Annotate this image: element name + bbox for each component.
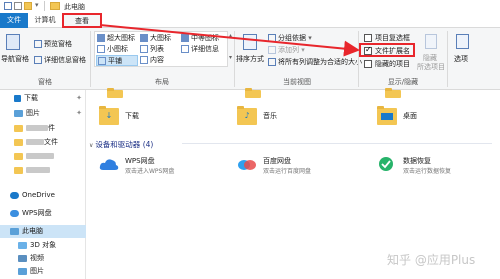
device-title: 百度网盘	[263, 157, 291, 165]
navigation-pane: 下载 ✦ 图片 ✦ 件 文件 OneDrive WPS网盘 此电脑 3D 对象 视频…	[0, 90, 86, 279]
device-tile-wps[interactable]: WPS网盘 双击进入WPS网盘	[99, 154, 219, 180]
blurred-text	[26, 125, 48, 131]
this-pc-icon	[10, 227, 19, 235]
data-recovery-icon	[379, 157, 393, 171]
folder-label: 桌面	[403, 112, 417, 120]
nav-item-label: 文件	[44, 138, 58, 146]
nav-item-label: 此电脑	[22, 227, 43, 235]
nav-item-folder-d[interactable]	[0, 164, 86, 177]
desktop-screen-icon	[381, 113, 393, 120]
folder-icon	[14, 166, 23, 174]
nav-item-folder-b[interactable]: 文件	[0, 136, 86, 149]
arrow-line	[99, 24, 360, 57]
folder-tile-desktop[interactable]: 桌面	[377, 104, 437, 132]
devices-section-header[interactable]: ∨ 设备和驱动器 (4)	[89, 139, 153, 150]
folder-icon	[107, 88, 123, 98]
music-note-icon: ♪	[244, 111, 250, 120]
folder-label: 音乐	[263, 112, 277, 120]
folder-icon	[14, 152, 23, 160]
nav-item-pictures-2[interactable]: 图片	[0, 265, 86, 278]
nav-item-label: WPS网盘	[22, 209, 52, 217]
nav-item-onedrive[interactable]: OneDrive	[0, 189, 86, 202]
nav-item-this-pc[interactable]: 此电脑	[0, 225, 86, 238]
nav-item-wps[interactable]: WPS网盘	[0, 207, 86, 220]
nav-item-pictures[interactable]: 图片 ✦	[0, 107, 86, 120]
nav-item-label: 下载	[24, 94, 38, 102]
folder-icon	[385, 88, 401, 98]
nav-item-label: 图片	[30, 267, 44, 275]
nav-item-label: 件	[48, 124, 55, 132]
nav-item-downloads[interactable]: 下载 ✦	[0, 92, 86, 105]
download-icon	[14, 94, 21, 102]
folder-tile-music[interactable]: ♪ 音乐	[237, 104, 297, 132]
nav-item-folder-c[interactable]	[0, 150, 86, 163]
watermark: 知乎 @应用Plus	[387, 253, 476, 267]
pin-icon: ✦	[76, 94, 82, 102]
pin-icon: ✦	[76, 109, 82, 117]
download-arrow-icon: ↓	[105, 111, 113, 120]
folder-icon	[245, 88, 261, 98]
onedrive-icon	[10, 191, 19, 199]
nav-item-label: 视频	[30, 254, 44, 262]
device-subtitle: 双击进入WPS网盘	[125, 168, 175, 175]
pictures-icon	[14, 109, 23, 117]
device-title: WPS网盘	[125, 157, 155, 165]
section-divider	[182, 143, 492, 144]
blurred-text	[26, 167, 50, 173]
device-title: 数据恢复	[403, 157, 431, 165]
folder-label: 下载	[125, 112, 139, 120]
pictures-icon	[18, 267, 27, 275]
device-tile-recovery[interactable]: 数据恢复 双击运行数据恢复	[377, 154, 497, 180]
nav-item-3d-objects[interactable]: 3D 对象	[0, 239, 86, 252]
blurred-text	[26, 139, 44, 145]
folder-tile-downloads[interactable]: ↓ 下载	[99, 104, 159, 132]
nav-item-videos[interactable]: 视频	[0, 252, 86, 265]
folder-icon	[14, 138, 23, 146]
nav-item-label: OneDrive	[22, 191, 55, 199]
wps-cloud-icon	[99, 159, 119, 170]
device-subtitle: 双击运行百度网盘	[263, 168, 312, 175]
baidu-cloud-icon	[238, 160, 256, 170]
nav-item-label: 图片	[26, 109, 40, 117]
device-subtitle: 双击运行数据恢复	[403, 168, 452, 175]
nav-item-folder-a[interactable]: 件	[0, 122, 86, 135]
content-pane: ↓ 下载 ♪ 音乐 桌面 ∨ 设备和驱动器 (4) WPS网盘 双击进入WPS网…	[87, 88, 500, 279]
nav-item-label: 3D 对象	[30, 241, 57, 249]
wps-cloud-icon	[10, 209, 19, 217]
device-tile-baidu[interactable]: 百度网盘 双击运行百度网盘	[237, 154, 357, 180]
devices-header-label: 设备和驱动器 (4)	[95, 140, 154, 149]
folder-icon	[14, 124, 23, 132]
3d-objects-icon	[18, 241, 27, 249]
videos-icon	[18, 254, 27, 262]
blurred-text	[26, 153, 54, 159]
